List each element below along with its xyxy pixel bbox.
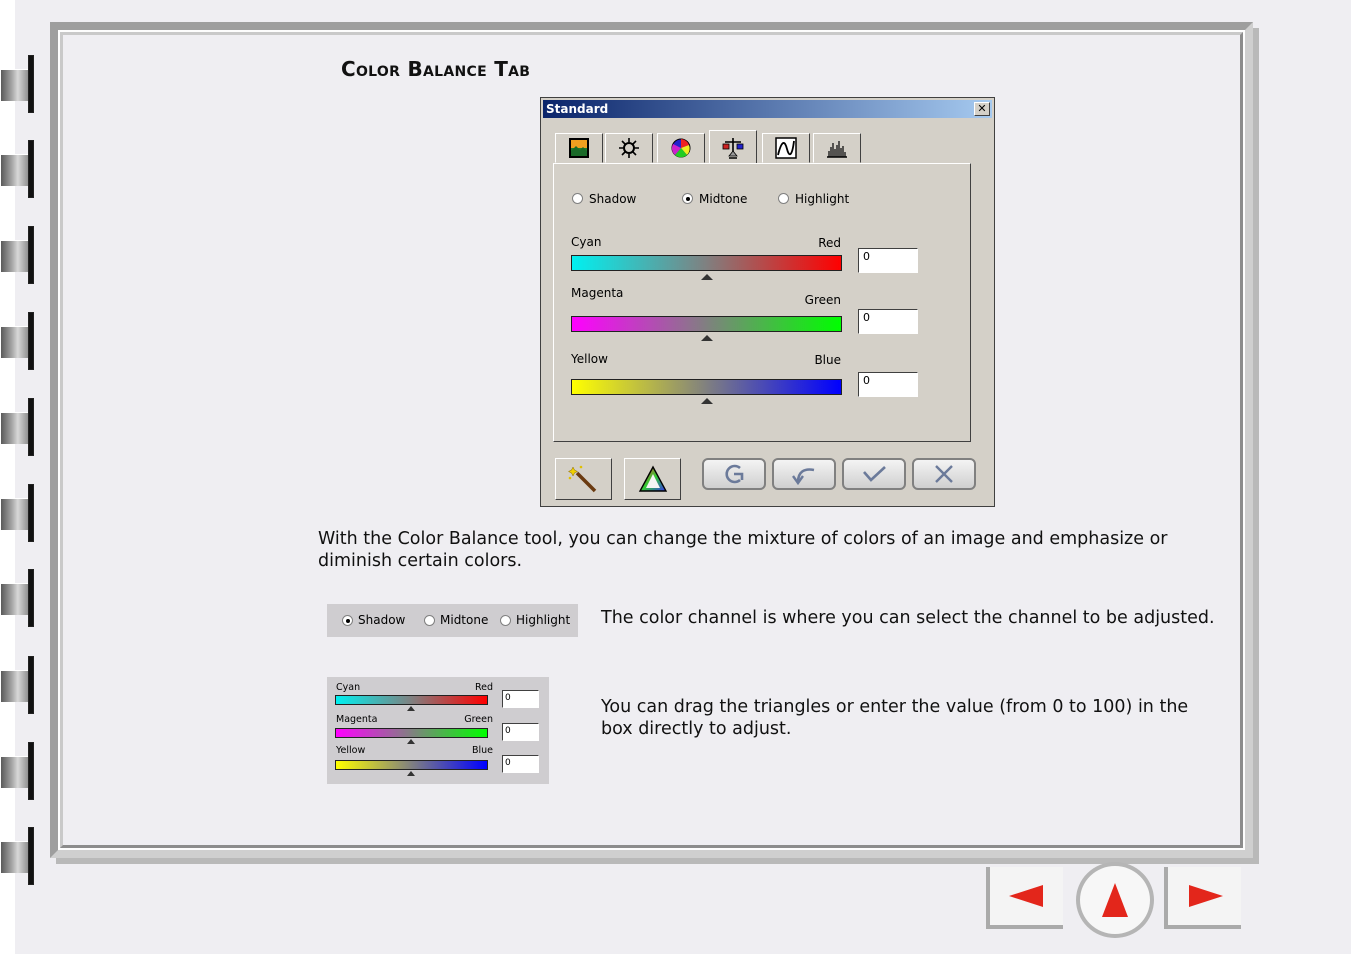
slider-thumb-triangle[interactable] [701, 335, 713, 341]
channel-radio-label: Highlight [795, 192, 850, 206]
example-slider-value-input[interactable]: 0 [502, 690, 539, 708]
example-radio-shadow[interactable] [342, 615, 353, 626]
page-title: Color Balance Tab [341, 57, 531, 81]
binder-ring [0, 140, 34, 198]
slider-right-label: Green [804, 293, 841, 307]
slider-thumb-triangle[interactable] [701, 398, 713, 404]
sun-icon [619, 138, 639, 158]
channel-radio-label: Midtone [699, 192, 748, 206]
slider-value-input[interactable]: 0 [858, 309, 918, 334]
balance-scale-icon [722, 137, 744, 159]
slider-right-label: Blue [814, 353, 841, 367]
color-triangle-icon [638, 465, 667, 492]
arrow-up-icon [1102, 883, 1128, 917]
example-slider-thumb[interactable] [407, 771, 415, 776]
channel-radio-highlight[interactable] [778, 193, 789, 204]
example-slider-value-input[interactable]: 0 [502, 723, 539, 741]
example-slider-right-label: Red [474, 682, 493, 693]
arrow-left-icon [1008, 885, 1043, 907]
slider-left-label: Cyan [571, 235, 602, 249]
example-radio-label: Midtone [440, 613, 489, 627]
slider-description: You can drag the triangles or enter the … [601, 697, 1189, 739]
tab-color[interactable] [657, 133, 705, 163]
example-slider-right-label: Green [464, 714, 493, 725]
example-slider-left-label: Magenta [336, 714, 378, 725]
refresh-icon [725, 464, 744, 484]
slider-thumb-triangle[interactable] [701, 274, 713, 280]
example-slider-right-label: Blue [471, 745, 493, 756]
channel-radio-midtone[interactable] [682, 193, 693, 204]
binder-ring [0, 827, 34, 885]
close-icon [935, 465, 953, 483]
color-balance-slider-track[interactable] [571, 379, 842, 395]
channel-radio-shadow[interactable] [572, 193, 583, 204]
undo-icon [792, 468, 815, 486]
ok-button[interactable] [842, 458, 906, 490]
slider-value-input[interactable]: 0 [858, 372, 918, 397]
example-radio-label: Highlight [516, 613, 571, 627]
color-triangle-button[interactable] [624, 458, 681, 500]
example-slider-left-label: Yellow [336, 745, 366, 756]
binder-ring [0, 226, 34, 284]
binder-ring [0, 55, 34, 113]
binder-ring [0, 656, 34, 714]
binder-ring [0, 742, 34, 800]
color-balance-slider-track[interactable] [571, 255, 842, 271]
example-slider-thumb[interactable] [407, 706, 415, 711]
example-slider-track[interactable] [335, 728, 488, 738]
example-slider-track[interactable] [335, 760, 488, 770]
dialog-titlebar: Standard [543, 100, 992, 118]
checkmark-icon [863, 466, 886, 482]
intro-text: With the Color Balance tool, you can cha… [318, 529, 1168, 571]
binder-ring [0, 312, 34, 370]
reset-button[interactable] [702, 458, 766, 490]
previous-page-button[interactable] [986, 867, 1063, 929]
channel-radio-label: Shadow [589, 192, 637, 206]
example-radio-highlight[interactable] [500, 615, 511, 626]
binder-ring [0, 398, 34, 456]
slider-left-label: Magenta [571, 286, 624, 300]
tab-curves[interactable] [762, 133, 810, 163]
curve-icon [775, 137, 797, 159]
example-slider-value-input[interactable]: 0 [502, 755, 539, 773]
undo-button[interactable] [772, 458, 836, 490]
arrow-right-icon [1188, 885, 1223, 907]
example-slider-left-label: Cyan [336, 682, 361, 693]
next-page-button[interactable] [1164, 867, 1241, 929]
slider-right-label: Red [818, 236, 841, 250]
example-slider-thumb[interactable] [407, 739, 415, 744]
binder-ring [0, 484, 34, 542]
slider-value-input[interactable]: 0 [858, 248, 918, 273]
close-button[interactable]: ✕ [974, 102, 990, 116]
example-radio-midtone[interactable] [424, 615, 435, 626]
magic-wand-icon [567, 465, 596, 493]
example-slider-track[interactable] [335, 695, 488, 705]
channel-description: The color channel is where you can selec… [601, 608, 1215, 628]
slider-left-label: Yellow [571, 352, 608, 366]
binder-ring [0, 569, 34, 627]
home-button[interactable] [1076, 862, 1154, 938]
tab-image[interactable] [555, 133, 603, 163]
image-icon [569, 138, 589, 158]
tab-color-balance[interactable] [709, 130, 757, 164]
auto-enhance-button[interactable] [555, 458, 612, 500]
histogram-icon [827, 141, 847, 158]
tab-brightness[interactable] [605, 133, 653, 163]
cancel-button[interactable] [912, 458, 976, 490]
example-radio-label: Shadow [358, 613, 406, 627]
color-balance-slider-track[interactable] [571, 316, 842, 332]
color-wheel-icon [671, 138, 691, 158]
tab-histogram[interactable] [813, 133, 861, 163]
